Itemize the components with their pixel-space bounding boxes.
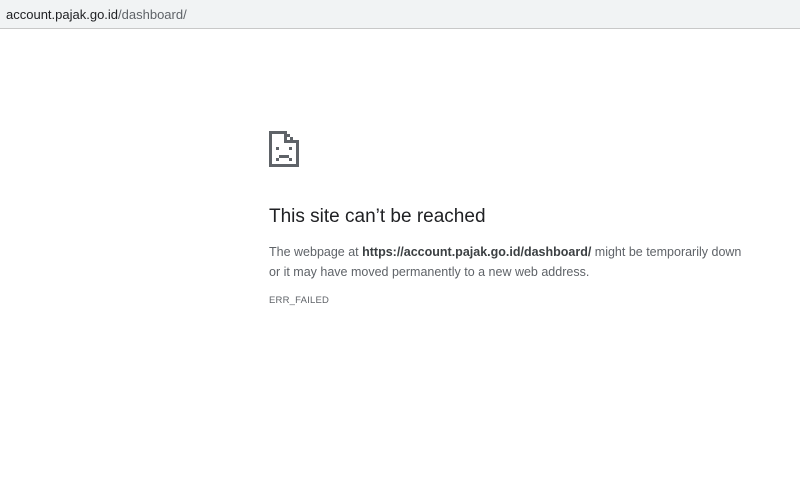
url-path: /dashboard/ xyxy=(118,7,187,22)
url-display[interactable]: account.pajak.go.id/dashboard/ xyxy=(6,7,187,22)
error-description: The webpage at https://account.pajak.go.… xyxy=(269,243,754,282)
error-desc-url: https://account.pajak.go.id/dashboard/ xyxy=(362,245,592,259)
error-title: This site can’t be reached xyxy=(269,206,486,227)
error-container: This site can’t be reached The webpage a… xyxy=(269,131,759,307)
error-desc-prefix: The webpage at xyxy=(269,245,363,259)
error-code: ERR_FAILED xyxy=(269,295,330,306)
url-host: account.pajak.go.id xyxy=(6,7,119,22)
address-bar[interactable]: account.pajak.go.id/dashboard/ xyxy=(0,0,800,29)
sad-page-icon xyxy=(269,131,299,167)
